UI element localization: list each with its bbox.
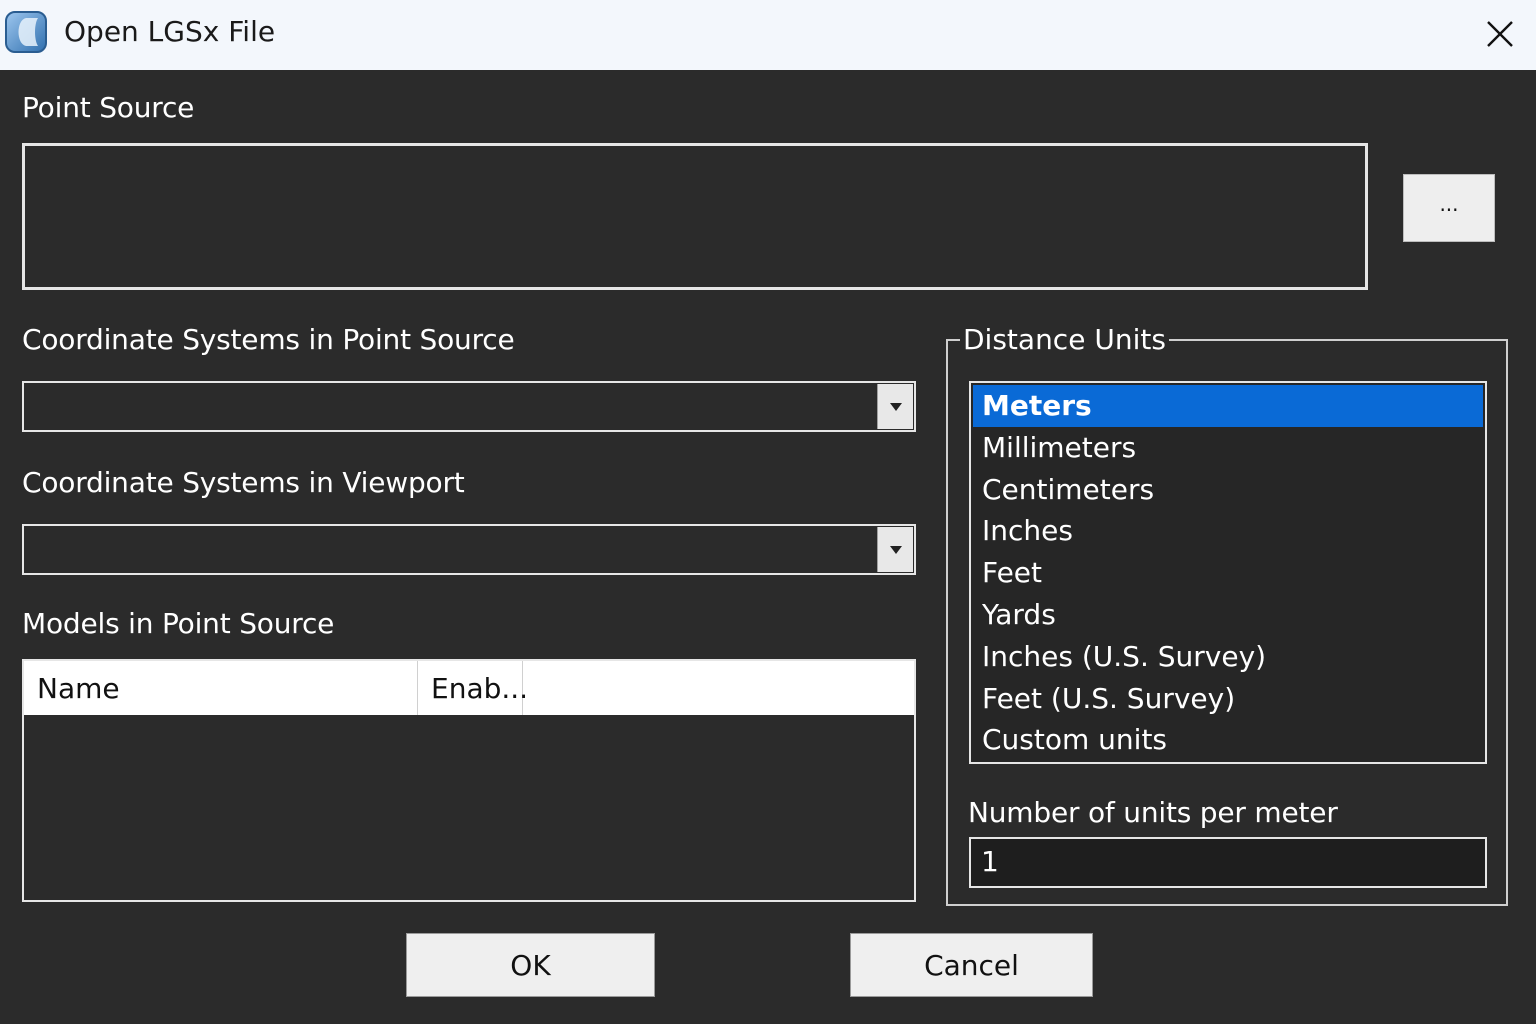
column-header-name[interactable]: Name — [24, 661, 418, 715]
browse-button[interactable]: ... — [1403, 174, 1495, 242]
point-source-field[interactable] — [22, 143, 1368, 290]
title-bar: Open LGSx File — [0, 0, 1536, 70]
app-icon — [4, 10, 48, 54]
cancel-button[interactable]: Cancel — [850, 933, 1093, 997]
list-item-meters[interactable]: Meters — [973, 385, 1483, 427]
list-item-millimeters[interactable]: Millimeters — [973, 427, 1483, 469]
list-item-yards[interactable]: Yards — [973, 594, 1483, 636]
point-source-label: Point Source — [22, 91, 195, 124]
column-header-enabled[interactable]: Enab... — [418, 661, 528, 715]
close-button[interactable] — [1476, 10, 1524, 58]
dropdown-arrow-button[interactable] — [877, 384, 913, 429]
coord-viewport-label: Coordinate Systems in Viewport — [22, 466, 465, 499]
list-item-feet-us-survey[interactable]: Feet (U.S. Survey) — [973, 678, 1483, 720]
units-per-meter-label: Number of units per meter — [968, 796, 1338, 829]
models-label: Models in Point Source — [22, 607, 335, 640]
chevron-down-icon — [889, 402, 902, 411]
distance-units-list[interactable]: Meters Millimeters Centimeters Inches Fe… — [969, 381, 1487, 764]
ok-button[interactable]: OK — [406, 933, 655, 997]
list-item-centimeters[interactable]: Centimeters — [973, 469, 1483, 511]
coord-point-source-label: Coordinate Systems in Point Source — [22, 323, 515, 356]
list-item-custom-units[interactable]: Custom units — [973, 719, 1483, 761]
list-item-feet[interactable]: Feet — [973, 552, 1483, 594]
chevron-down-icon — [889, 545, 902, 554]
close-icon — [1487, 21, 1513, 47]
distance-units-legend: Distance Units — [960, 323, 1169, 356]
coord-point-source-dropdown[interactable] — [22, 381, 916, 432]
models-table[interactable]: Name Enab... — [22, 659, 916, 902]
list-item-inches[interactable]: Inches — [973, 510, 1483, 552]
table-header: Name Enab... — [24, 661, 914, 715]
window-title: Open LGSx File — [64, 15, 276, 48]
coord-viewport-dropdown[interactable] — [22, 524, 916, 575]
list-item-inches-us-survey[interactable]: Inches (U.S. Survey) — [973, 636, 1483, 678]
units-per-meter-input[interactable]: 1 — [969, 837, 1487, 888]
dropdown-arrow-button[interactable] — [877, 527, 913, 572]
